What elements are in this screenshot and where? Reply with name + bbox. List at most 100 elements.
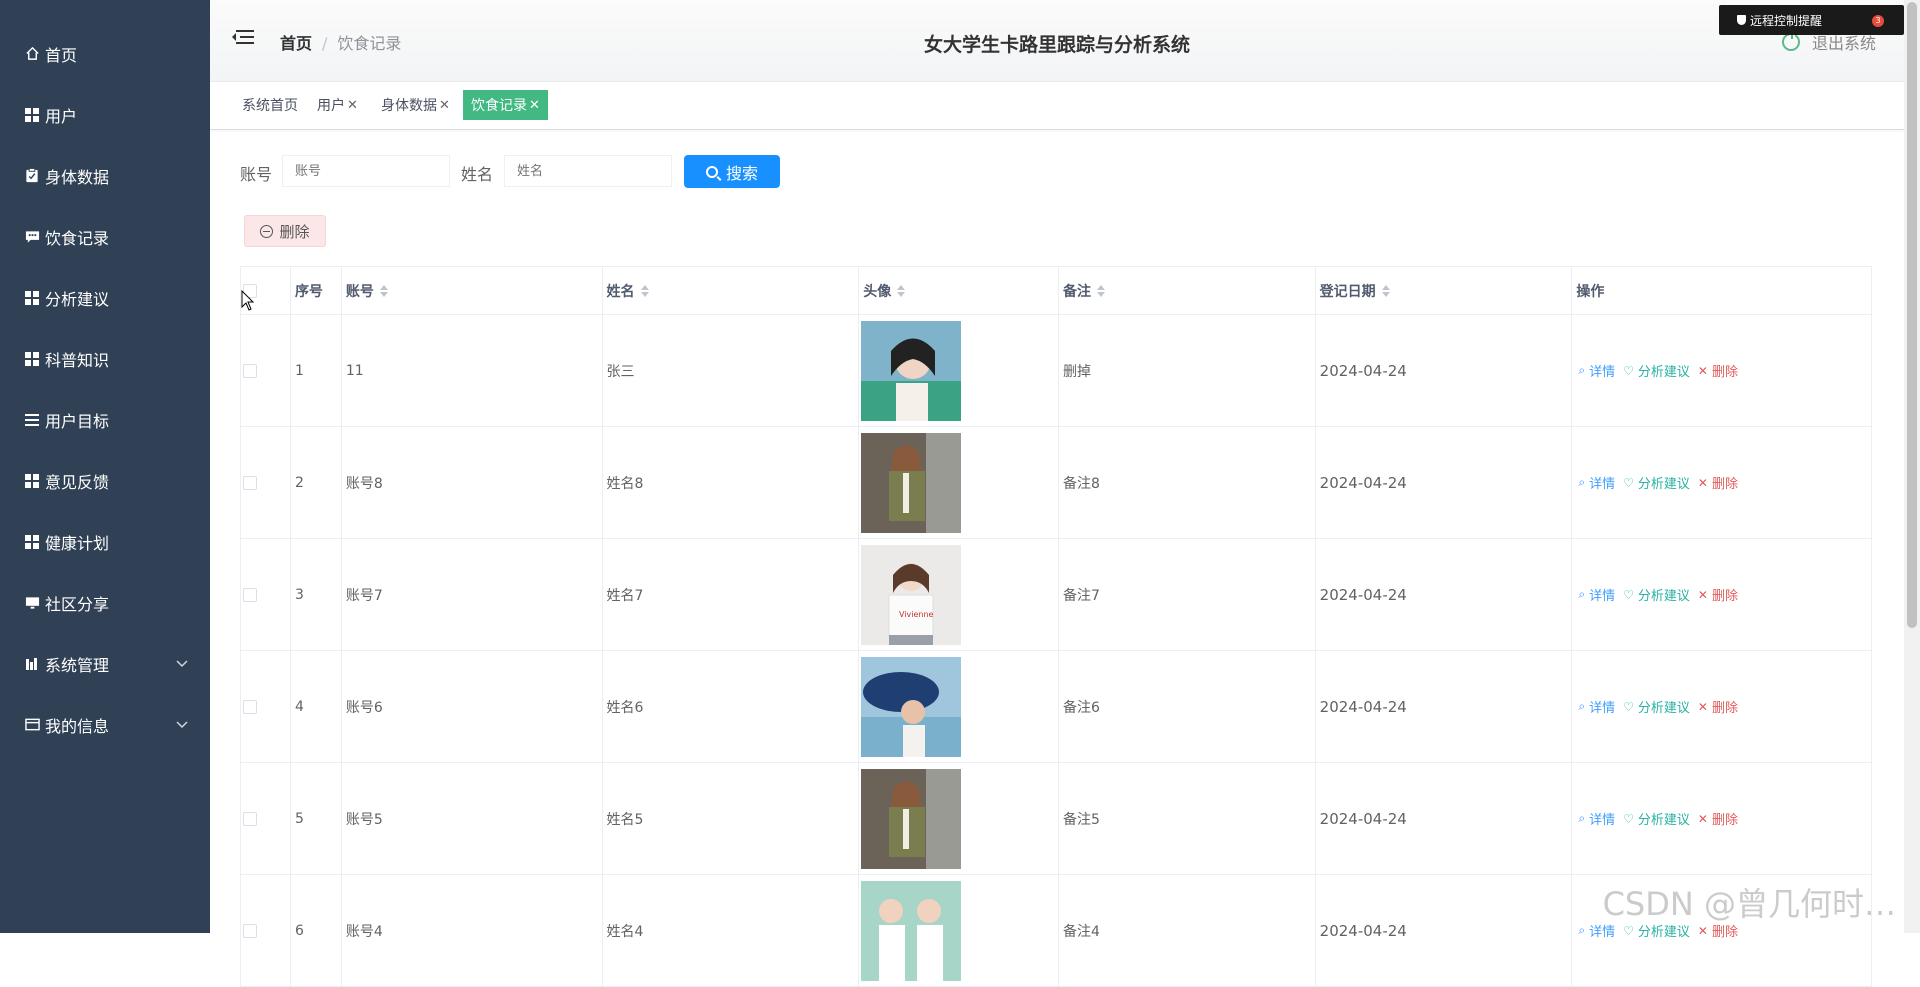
chevron-down-icon — [176, 657, 188, 671]
row-checkbox[interactable] — [243, 364, 257, 378]
search-icon: ⌕ — [1578, 475, 1585, 490]
cell-select — [241, 651, 291, 762]
remote-control-notice[interactable]: 远程控制提醒 3 — [1719, 5, 1904, 35]
detail-link[interactable]: ⌕详情 — [1578, 585, 1615, 604]
top-header: 首页/饮食记录 女大学生卡路里跟踪与分析系统 退出系统 — [210, 0, 1904, 82]
cell-index: 2 — [291, 427, 342, 538]
sidebar-item-system[interactable]: 系统管理 — [0, 633, 210, 694]
delete-link[interactable]: ✕删除 — [1698, 473, 1738, 492]
sidebar-item-user-goal[interactable]: 用户目标 — [0, 389, 210, 450]
delete-link[interactable]: ✕删除 — [1698, 697, 1738, 716]
detail-link[interactable]: ⌕详情 — [1578, 473, 1615, 492]
sort-icon[interactable] — [380, 285, 388, 297]
tab-label: 饮食记录 — [471, 95, 527, 115]
avatar[interactable] — [861, 657, 961, 757]
close-icon[interactable]: ✕ — [347, 98, 358, 113]
sort-icon[interactable] — [641, 285, 649, 297]
chart-icon — [24, 656, 40, 672]
cell-avatar: Vivienne — [859, 539, 1059, 650]
cell-index: 1 — [291, 315, 342, 426]
sidebar-item-community[interactable]: 社区分享 — [0, 572, 210, 633]
cell-note: 删掉 — [1059, 315, 1316, 426]
analyze-link[interactable]: ♡分析建议 — [1623, 585, 1690, 604]
row-checkbox[interactable] — [243, 812, 257, 826]
table-row: 2 账号8 姓名8 备注8 2024-04-24 ⌕详情 ♡分析建议 ✕删除 — [241, 427, 1871, 539]
search-icon: ⌕ — [1578, 811, 1585, 826]
tab-users[interactable]: 用户 ✕ — [313, 90, 362, 120]
avatar[interactable] — [861, 433, 961, 533]
sort-icon[interactable] — [1382, 285, 1390, 297]
avatar[interactable] — [861, 769, 961, 869]
tab-diet-record[interactable]: 饮食记录 ✕ — [463, 90, 548, 120]
avatar[interactable]: Vivienne — [861, 545, 961, 645]
analyze-link[interactable]: ♡分析建议 — [1623, 361, 1690, 380]
cell-name: 张三 — [603, 315, 860, 426]
sidebar-item-health-plan[interactable]: 健康计划 — [0, 511, 210, 572]
analyze-link[interactable]: ♡分析建议 — [1623, 809, 1690, 828]
cell-date: 2024-04-24 — [1316, 875, 1573, 986]
avatar[interactable] — [861, 321, 961, 421]
detail-link[interactable]: ⌕详情 — [1578, 361, 1615, 380]
row-checkbox[interactable] — [243, 700, 257, 714]
sort-icon[interactable] — [897, 285, 905, 297]
header-cell-note[interactable]: 备注 — [1059, 267, 1316, 314]
avatar[interactable] — [861, 881, 961, 981]
search-button[interactable]: 搜索 — [684, 155, 780, 188]
delete-link[interactable]: ✕删除 — [1698, 809, 1738, 828]
header-cell-account[interactable]: 账号 — [342, 267, 603, 314]
sidebar-item-home[interactable]: 首页 — [0, 23, 210, 84]
delete-link[interactable]: ✕删除 — [1698, 361, 1738, 380]
sort-icon[interactable] — [1097, 285, 1105, 297]
search-button-label: 搜索 — [726, 160, 758, 184]
sidebar-item-feedback[interactable]: 意见反馈 — [0, 450, 210, 511]
cell-date: 2024-04-24 — [1316, 763, 1573, 874]
account-search-input[interactable] — [282, 155, 450, 187]
header-cell-avatar[interactable]: 头像 — [859, 267, 1059, 314]
cell-note: 备注7 — [1059, 539, 1316, 650]
delete-label: 删除 — [1712, 585, 1738, 604]
cell-avatar — [859, 427, 1059, 538]
page-scrollbar[interactable] — [1904, 0, 1920, 933]
cell-avatar — [859, 651, 1059, 762]
sidebar-item-my-info[interactable]: 我的信息 — [0, 694, 210, 755]
analyze-link[interactable]: ♡分析建议 — [1623, 697, 1690, 716]
cell-select — [241, 315, 291, 426]
remote-notice-label: 远程控制提醒 — [1750, 12, 1822, 29]
tab-body-data[interactable]: 身体数据 ✕ — [377, 90, 454, 120]
search-icon: ⌕ — [1578, 923, 1585, 938]
name-search-input[interactable] — [504, 155, 672, 187]
tags-view: 系统首页 用户 ✕ 身体数据 ✕ 饮食记录 ✕ — [210, 82, 1904, 130]
row-checkbox[interactable] — [243, 588, 257, 602]
analyze-link[interactable]: ♡分析建议 — [1623, 473, 1690, 492]
sidebar-item-knowledge[interactable]: 科普知识 — [0, 328, 210, 389]
header-cell-name[interactable]: 姓名 — [603, 267, 860, 314]
close-icon: ✕ — [1698, 476, 1708, 490]
sidebar-item-users[interactable]: 用户 — [0, 84, 210, 145]
cell-index: 6 — [291, 875, 342, 986]
sidebar-item-diet-record[interactable]: 饮食记录 — [0, 206, 210, 267]
tab-system-home[interactable]: 系统首页 — [238, 90, 302, 120]
close-icon: ✕ — [1698, 700, 1708, 714]
row-checkbox[interactable] — [243, 476, 257, 490]
detail-link[interactable]: ⌕详情 — [1578, 809, 1615, 828]
scrollbar-thumb[interactable] — [1907, 2, 1917, 628]
cell-name: 姓名7 — [603, 539, 860, 650]
sidebar-item-analysis[interactable]: 分析建议 — [0, 267, 210, 328]
sidebar-item-body-data[interactable]: 身体数据 — [0, 145, 210, 206]
detail-link[interactable]: ⌕详情 — [1578, 697, 1615, 716]
cell-name: 姓名8 — [603, 427, 860, 538]
grid-icon — [24, 534, 40, 550]
row-checkbox[interactable] — [243, 924, 257, 938]
close-icon[interactable]: ✕ — [439, 98, 450, 113]
close-icon: ✕ — [1698, 364, 1708, 378]
column-header: 头像 — [863, 281, 891, 301]
batch-delete-button[interactable]: 删除 — [244, 215, 326, 247]
column-header: 账号 — [346, 281, 374, 301]
cell-account: 账号4 — [342, 875, 603, 986]
heart-icon: ♡ — [1623, 588, 1634, 602]
delete-link[interactable]: ✕删除 — [1698, 585, 1738, 604]
close-icon[interactable]: ✕ — [529, 98, 540, 113]
header-cell-date[interactable]: 登记日期 — [1316, 267, 1573, 314]
cell-select — [241, 427, 291, 538]
notice-count-badge: 3 — [1872, 15, 1884, 27]
